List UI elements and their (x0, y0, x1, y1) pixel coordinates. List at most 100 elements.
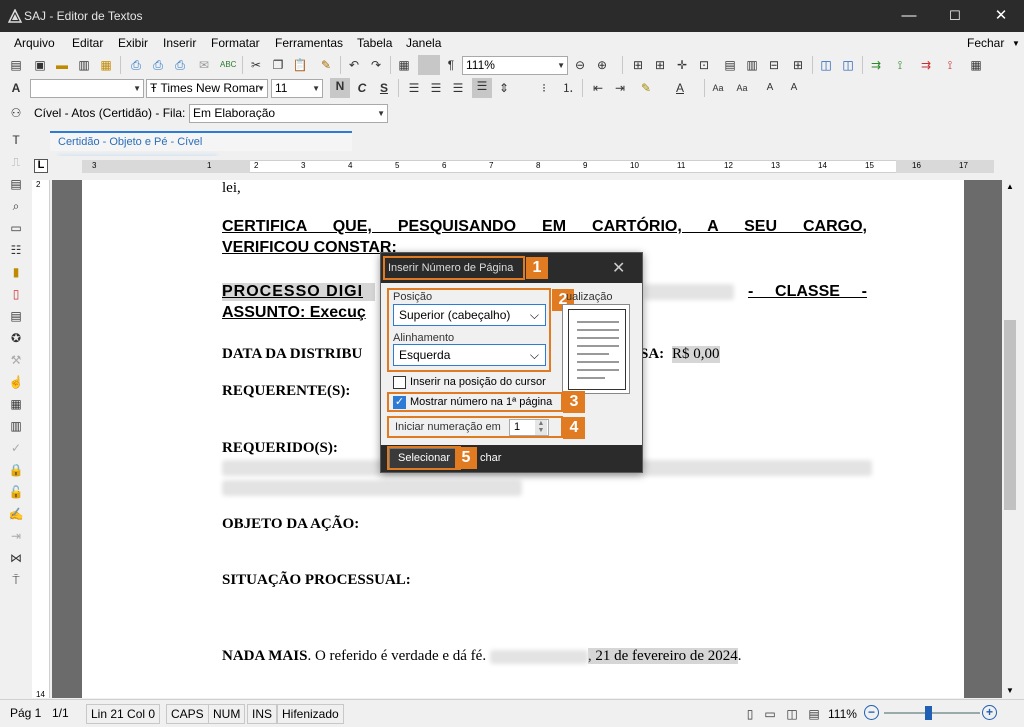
track-green-icon[interactable]: ⇉ (868, 57, 884, 73)
zoom-slider[interactable] (884, 712, 980, 714)
hand-icon[interactable]: ☝ (8, 374, 24, 390)
zoom-out-icon[interactable]: ⊖ (572, 57, 588, 73)
more-options-icon[interactable]: ▦ (968, 57, 984, 73)
email-icon[interactable]: ✉ (196, 57, 212, 73)
stamp-icon[interactable]: ⎍ (8, 154, 24, 170)
table-rows-icon[interactable]: ▤ (722, 57, 738, 73)
start-number-spinner[interactable]: 1 ▲ ▼ (509, 419, 549, 436)
posicao-select[interactable]: Superior (cabeçalho) ⌵ (393, 304, 546, 326)
increase-indent-icon[interactable]: ⇥ (612, 80, 628, 96)
paste-icon[interactable]: 📋 (292, 57, 308, 73)
menu-arquivo[interactable]: Arquivo (14, 36, 55, 50)
menu-editar[interactable]: Editar (72, 36, 103, 50)
delete-field-icon[interactable]: ▯ (8, 286, 24, 302)
print-setup-icon[interactable]: ⎙ (172, 57, 188, 73)
shrink-font-icon[interactable]: A (786, 80, 802, 96)
maximize-button[interactable]: ☐ (932, 0, 978, 32)
close-dialog-button[interactable]: char (480, 452, 501, 464)
cut-icon[interactable]: ✂ (248, 57, 264, 73)
table-doc-icon[interactable]: ▥ (8, 418, 24, 434)
line-spacing-icon[interactable]: ⇕ (496, 80, 512, 96)
zoom-combo[interactable]: 111% ▼ (462, 56, 568, 75)
undo-icon[interactable]: ↶ (346, 57, 362, 73)
save-as-icon[interactable]: ▥ (76, 57, 92, 73)
paragraph-marks-icon[interactable]: ¶ (443, 57, 459, 73)
export-icon[interactable]: ⇥ (8, 528, 24, 544)
font-size-combo[interactable]: 11 ▼ (271, 79, 323, 98)
style-icon[interactable]: A (8, 80, 24, 96)
underline-icon[interactable]: S (376, 80, 392, 96)
share-icon[interactable]: ⋈ (8, 550, 24, 566)
table-insert-icon[interactable]: ⊞ (652, 57, 668, 73)
spellcheck-icon[interactable]: ABC (220, 57, 236, 73)
table-icon[interactable]: ▦ (396, 57, 412, 73)
cell-icon[interactable]: ⊡ (696, 57, 712, 73)
track-red-icon[interactable]: ⇉ (918, 57, 934, 73)
close-button[interactable]: ✕ (978, 0, 1024, 32)
alinhamento-select[interactable]: Esquerda ⌵ (393, 344, 546, 366)
table-grid-icon[interactable]: ⊞ (630, 57, 646, 73)
dialog-close-icon[interactable]: ✕ (612, 258, 625, 278)
tab-stop-icon[interactable]: L (34, 159, 48, 173)
cross-icon[interactable]: ✛ (674, 57, 690, 73)
font-family-combo[interactable]: Ŧ Times New Romar ▼ (146, 79, 268, 98)
split-icon[interactable]: ⊞ (790, 57, 806, 73)
print-icon[interactable]: ⎙ (128, 57, 144, 73)
menu-tabela[interactable]: Tabela (357, 36, 392, 50)
comment-icon[interactable]: ▭ (8, 220, 24, 236)
signature-icon[interactable]: ✍ (8, 506, 24, 522)
gavel-icon[interactable]: ⚒ (8, 352, 24, 368)
calendar-icon[interactable]: ▦ (8, 396, 24, 412)
menu-fechar[interactable]: Fechar (967, 36, 1004, 50)
award-icon[interactable]: ✪ (8, 330, 24, 346)
text-tool-icon[interactable]: T (8, 132, 24, 148)
save-icon[interactable]: ▦ (98, 57, 114, 73)
zoom-in-status-icon[interactable]: + (982, 705, 997, 720)
decrease-indent-icon[interactable]: ⇤ (590, 80, 606, 96)
spinner-arrows-icon[interactable]: ▲ ▼ (535, 420, 547, 435)
numbering-icon[interactable]: ⒈ (560, 80, 576, 96)
justify-icon[interactable]: ☰ (472, 78, 492, 98)
new-document-icon[interactable]: ▤ (8, 57, 24, 73)
menu-ferramentas[interactable]: Ferramentas (275, 36, 343, 50)
open-folder-icon[interactable]: ▣ (32, 57, 48, 73)
table-cols-icon[interactable]: ▥ (744, 57, 760, 73)
menu-inserir[interactable]: Inserir (163, 36, 196, 50)
menu-formatar[interactable]: Formatar (211, 36, 260, 50)
zoom-in-icon[interactable]: ⊕ (594, 57, 610, 73)
toggle-grid-icon[interactable] (418, 55, 440, 75)
view-page-icon[interactable]: ▯ (742, 706, 758, 722)
align-right-icon[interactable]: ☰ (450, 80, 466, 96)
document-list-icon[interactable]: ▤ (8, 308, 24, 324)
lock-icon[interactable]: 🔒 (8, 462, 24, 478)
format-painter-icon[interactable]: ✎ (318, 57, 334, 73)
italic-icon[interactable]: C (354, 80, 370, 96)
zoom-slider-handle[interactable] (925, 706, 932, 720)
merge-icon[interactable]: ⊟ (766, 57, 782, 73)
list-doc-icon[interactable]: ☷ (8, 242, 24, 258)
insert-at-cursor-checkbox[interactable] (393, 376, 406, 389)
menu-exibir[interactable]: Exibir (118, 36, 148, 50)
search-doc-icon[interactable]: ⌕ (8, 198, 24, 214)
minimize-button[interactable]: — (886, 0, 932, 32)
superscript-icon[interactable]: Aa (710, 80, 726, 96)
open-icon[interactable]: ▬ (54, 57, 70, 73)
view-web-icon[interactable]: ▭ (762, 706, 778, 722)
view-outline-icon[interactable]: ▤ (806, 706, 822, 722)
menu-janela[interactable]: Janela (406, 36, 441, 50)
check-doc-icon[interactable]: ✓ (8, 440, 24, 456)
scroll-down-icon[interactable]: ▼ (1006, 686, 1014, 695)
menu-scroll-icon[interactable]: ▼ (1012, 39, 1020, 48)
copy-icon[interactable]: ❐ (270, 57, 286, 73)
filter-red-icon[interactable]: ⟟ (942, 57, 958, 73)
zoom-out-status-icon[interactable]: − (864, 705, 879, 720)
print-preview-icon[interactable]: ⎙ (150, 57, 166, 73)
tree-icon[interactable]: ⟟ (892, 57, 908, 73)
highlight-icon[interactable]: ✎ (638, 80, 654, 96)
view-two-pages-icon[interactable]: ◫ (784, 706, 800, 722)
font-color-icon[interactable]: A (672, 80, 688, 96)
bullets-icon[interactable]: ⁝ (536, 80, 552, 96)
scrollbar-thumb[interactable] (1004, 320, 1016, 510)
bold-icon[interactable]: N (330, 78, 350, 98)
grow-font-icon[interactable]: A (762, 80, 778, 96)
